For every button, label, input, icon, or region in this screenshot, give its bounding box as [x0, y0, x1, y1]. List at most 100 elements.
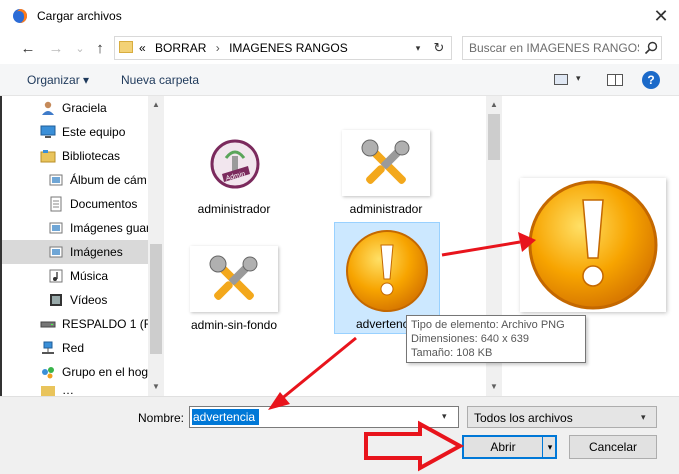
file-name: administrador: [197, 202, 271, 216]
navigation-scrollbar[interactable]: ▲ ▼: [148, 96, 164, 396]
open-options-dropdown[interactable]: ▾: [542, 437, 557, 457]
drive-icon: [40, 321, 56, 328]
breadcrumb: « BORRAR › IMAGENES RANGOS: [139, 41, 348, 55]
window-title: Cargar archivos: [37, 9, 122, 23]
sidebar-item-label: Este equipo: [62, 125, 126, 139]
sidebar-item-graciela[interactable]: Graciela: [0, 96, 148, 120]
close-button[interactable]: ✕: [644, 2, 678, 30]
organize-menu-button[interactable]: Organizar ▾: [27, 73, 89, 87]
scroll-down-arrow-icon[interactable]: ▼: [152, 382, 160, 391]
homegroup-icon: [42, 367, 54, 379]
file-item-administrador-tools[interactable]: administrador: [334, 130, 438, 226]
tooltip-dimensions: Dimensiones: 640 x 639: [411, 333, 530, 345]
file-thumbnail: [190, 246, 278, 312]
sidebar-item-album-camara[interactable]: Álbum de cám: [0, 168, 148, 192]
file-type-value: Todos los archivos: [474, 411, 573, 425]
breadcrumb-item-imagenes-rangos[interactable]: IMAGENES RANGOS: [229, 41, 348, 55]
documents-icon: [50, 196, 62, 212]
breadcrumb-item-borrar[interactable]: BORRAR: [155, 41, 206, 55]
refresh-button[interactable]: ↻: [430, 40, 448, 56]
open-button-label[interactable]: Abrir: [464, 437, 542, 457]
sidebar-item-label: Vídeos: [70, 293, 108, 307]
videos-icon: [50, 294, 62, 306]
title-bar: Cargar archivos ✕: [0, 0, 679, 32]
navigation-pane: Graciela Este equipo Bibliotecas Álbum d…: [0, 96, 164, 396]
sidebar-item-label: Música: [70, 269, 109, 283]
sidebar-item-videos[interactable]: Vídeos: [0, 288, 148, 312]
warning-icon: [528, 180, 658, 310]
tools-icon: [209, 255, 258, 300]
firefox-icon: [13, 9, 27, 23]
computer-icon: [40, 125, 56, 138]
file-info-tooltip: Tipo de elemento: Archivo PNG Dimensione…: [406, 315, 586, 363]
scroll-up-arrow-icon[interactable]: ▲: [152, 100, 160, 109]
new-folder-button[interactable]: Nueva carpeta: [121, 73, 199, 87]
forward-button[interactable]: →: [46, 38, 66, 58]
tooltip-size: Tamaño: 108 KB: [411, 347, 493, 359]
scroll-up-arrow-icon[interactable]: ▲: [490, 100, 498, 109]
sidebar-item-documentos[interactable]: Documentos: [0, 192, 148, 216]
sidebar-item-label: Álbum de cám: [70, 173, 147, 187]
help-icon[interactable]: ?: [642, 71, 660, 89]
scroll-down-arrow-icon[interactable]: ▼: [490, 382, 498, 391]
file-name: administrador: [349, 202, 423, 216]
search-input[interactable]: [469, 40, 639, 56]
sidebar-item-label: Grupo en el hog: [62, 365, 148, 379]
pictures-icon: [49, 222, 63, 234]
sidebar-item-red[interactable]: Red: [0, 336, 148, 360]
network-icon: [42, 341, 54, 354]
libraries-icon: [40, 150, 56, 163]
window-edge: [0, 96, 2, 396]
sidebar-item-label: Imágenes guar: [70, 221, 148, 235]
file-name: admin-sin-fondo: [190, 318, 278, 332]
file-name-input[interactable]: [193, 409, 433, 425]
sidebar-item-respaldo-drive[interactable]: RESPALDO 1 (F:): [0, 312, 148, 336]
file-type-dropdown-icon[interactable]: ▾: [641, 412, 646, 423]
sidebar-item-bibliotecas[interactable]: Bibliotecas: [0, 144, 148, 168]
sidebar-item-label: Bibliotecas: [62, 149, 121, 163]
tooltip-type: Tipo de elemento: Archivo PNG: [411, 319, 565, 331]
command-bar: Organizar ▾ Nueva carpeta ▾ ?: [0, 64, 679, 96]
up-button[interactable]: ↑: [90, 38, 110, 58]
cancel-button[interactable]: Cancelar: [569, 435, 657, 459]
sidebar-item-este-equipo[interactable]: Este equipo: [0, 120, 148, 144]
sidebar-item-imagenes[interactable]: Imágenes: [0, 240, 148, 264]
file-thumbnail: [342, 130, 430, 196]
file-item-administrador-badge[interactable]: Admin administrador: [182, 130, 286, 226]
file-name-combobox[interactable]: ▾: [189, 406, 459, 428]
preview-pane-toggle-icon[interactable]: [607, 74, 623, 86]
breadcrumb-separator[interactable]: ›: [216, 41, 220, 55]
file-type-select[interactable]: Todos los archivos ▾: [467, 406, 657, 428]
scrollbar-thumb[interactable]: [488, 114, 500, 160]
tools-icon: [361, 139, 410, 184]
back-button[interactable]: ←: [18, 38, 38, 58]
view-options-icon[interactable]: [554, 74, 568, 85]
sidebar-item-partial[interactable]: …: [0, 384, 148, 396]
file-thumbnail: [341, 227, 433, 315]
breadcrumb-overflow[interactable]: «: [139, 41, 146, 55]
sidebar-item-musica[interactable]: Música: [0, 264, 148, 288]
file-name-dropdown-button[interactable]: ▾: [442, 411, 447, 422]
address-bar[interactable]: « BORRAR › IMAGENES RANGOS ▾ ↻: [114, 36, 452, 60]
folder-icon: [41, 386, 55, 396]
admin-badge-icon: Admin: [210, 139, 260, 189]
file-item-admin-sin-fondo[interactable]: admin-sin-fondo: [182, 246, 286, 342]
music-icon: [49, 269, 63, 283]
view-options-dropdown[interactable]: ▾: [576, 73, 581, 84]
sidebar-item-label: Documentos: [70, 197, 138, 211]
address-row: ← → ⌄ ↑ « BORRAR › IMAGENES RANGOS ▾ ↻: [0, 32, 679, 64]
sidebar-item-imagenes-guardadas[interactable]: Imágenes guar: [0, 216, 148, 240]
search-box[interactable]: [462, 36, 662, 60]
open-button[interactable]: Abrir ▾: [462, 435, 557, 459]
user-icon: [42, 101, 54, 115]
search-icon[interactable]: [643, 40, 659, 56]
sidebar-item-grupo-hogar[interactable]: Grupo en el hog: [0, 360, 148, 384]
scrollbar-thumb[interactable]: [150, 244, 162, 354]
dialog-footer: Nombre: ▾ Todos los archivos ▾ Abrir ▾ C…: [0, 396, 679, 474]
preview-image: [520, 178, 666, 312]
sidebar-item-label: Imágenes: [70, 245, 123, 259]
sidebar-item-label: …: [62, 384, 74, 396]
sidebar-item-label: RESPALDO 1 (F:): [62, 317, 148, 331]
recent-locations-button[interactable]: ⌄: [70, 38, 90, 58]
address-dropdown-button[interactable]: ▾: [411, 40, 425, 56]
